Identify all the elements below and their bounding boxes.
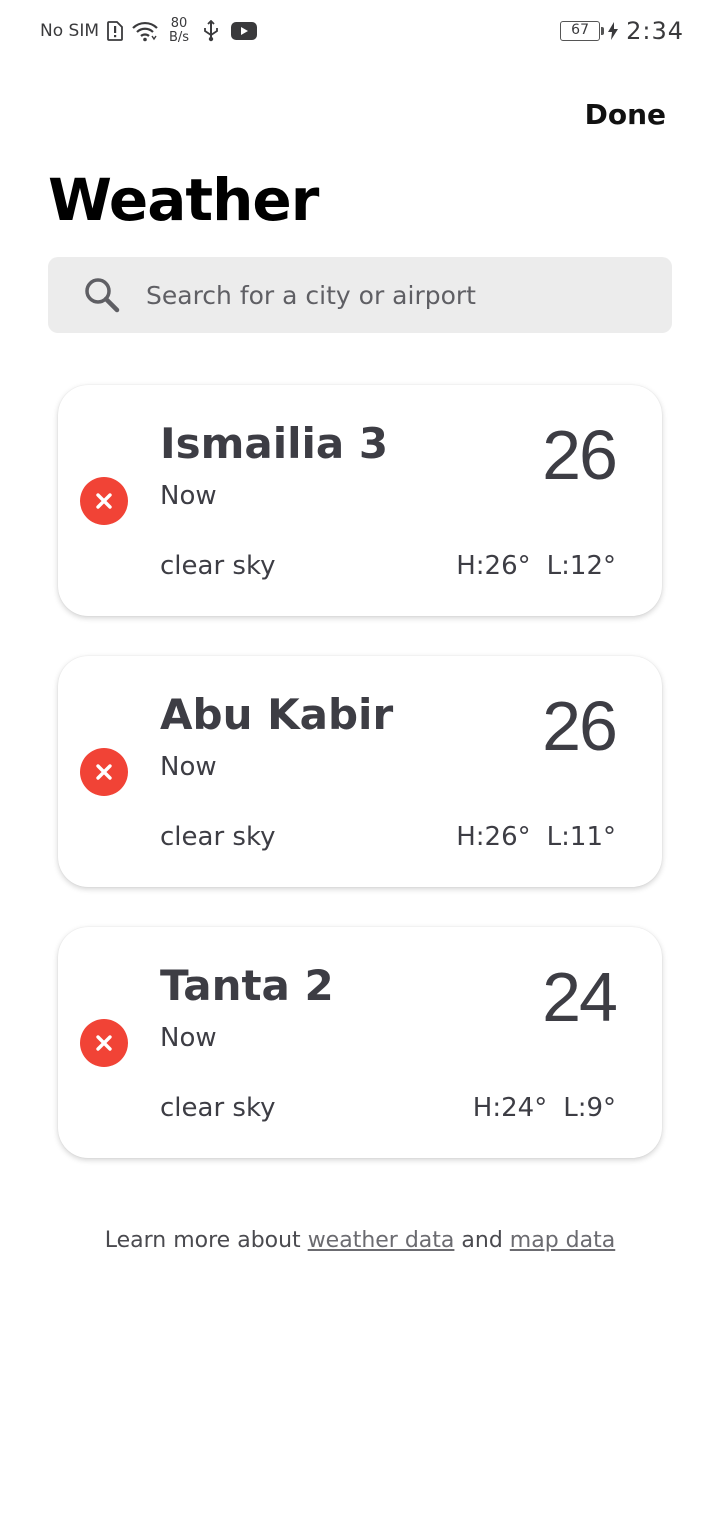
weather-condition: clear sky (160, 551, 276, 581)
city-name: Ismailia 3 (160, 419, 389, 468)
city-time: Now (160, 752, 217, 782)
city-name: Tanta 2 (160, 961, 334, 1010)
close-icon (96, 764, 112, 780)
remove-city-button[interactable] (80, 1019, 128, 1067)
status-bar-left: No SIM 80 B/s (40, 17, 258, 45)
high-temperature: H:26° (456, 822, 531, 852)
search-icon (82, 275, 122, 315)
high-temperature: H:26° (456, 551, 531, 581)
city-card[interactable]: Tanta 2 Now clear sky 24 H:24° L:9° (58, 927, 662, 1158)
city-card[interactable]: Ismailia 3 Now clear sky 26 H:26° L:12° (58, 385, 662, 616)
weather-edit-screen: No SIM 80 B/s 67 2:34 Done Weather Searc… (0, 0, 720, 1520)
network-speed: 80 B/s (169, 17, 189, 45)
footer-conjunction: and (461, 1228, 503, 1253)
city-time: Now (160, 481, 217, 511)
remove-city-button[interactable] (80, 477, 128, 525)
sim-alert-icon (107, 21, 123, 41)
current-temperature: 26 (542, 687, 618, 765)
wifi-icon (131, 20, 159, 42)
footer-prefix: Learn more about (104, 1228, 301, 1253)
low-temperature: L:12° (546, 551, 616, 581)
status-clock: 2:34 (626, 17, 684, 45)
status-bar-right: 67 2:34 (560, 17, 684, 45)
search-bar[interactable] (48, 257, 672, 333)
high-low-temperature: H:26° L:12° (456, 551, 616, 581)
low-temperature: L:11° (546, 822, 616, 852)
city-time: Now (160, 1023, 217, 1053)
network-speed-unit: B/s (169, 30, 190, 45)
weather-condition: clear sky (160, 1093, 276, 1123)
youtube-icon (231, 22, 258, 40)
current-temperature: 26 (542, 416, 618, 494)
battery-indicator: 67 (560, 21, 605, 41)
weather-data-link[interactable]: weather data (308, 1228, 455, 1253)
close-icon (96, 493, 112, 509)
attribution-footer: Learn more about weather data and map da… (0, 1228, 720, 1253)
usb-icon (203, 20, 219, 42)
carrier-label: No SIM (40, 21, 99, 41)
network-speed-value: 80 (170, 16, 188, 31)
search-input[interactable] (146, 280, 626, 310)
charging-icon (608, 22, 619, 40)
city-name: Abu Kabir (160, 690, 394, 739)
status-bar: No SIM 80 B/s 67 2:34 (0, 0, 720, 62)
done-button[interactable]: Done (585, 98, 666, 131)
low-temperature: L:9° (563, 1093, 616, 1123)
city-card[interactable]: Abu Kabir Now clear sky 26 H:26° L:11° (58, 656, 662, 887)
close-icon (96, 1035, 112, 1051)
high-low-temperature: H:26° L:11° (456, 822, 616, 852)
high-low-temperature: H:24° L:9° (473, 1093, 616, 1123)
page-title: Weather (48, 166, 319, 234)
remove-city-button[interactable] (80, 748, 128, 796)
current-temperature: 24 (542, 958, 618, 1036)
weather-condition: clear sky (160, 822, 276, 852)
high-temperature: H:24° (472, 1093, 548, 1123)
map-data-link[interactable]: map data (510, 1228, 615, 1253)
